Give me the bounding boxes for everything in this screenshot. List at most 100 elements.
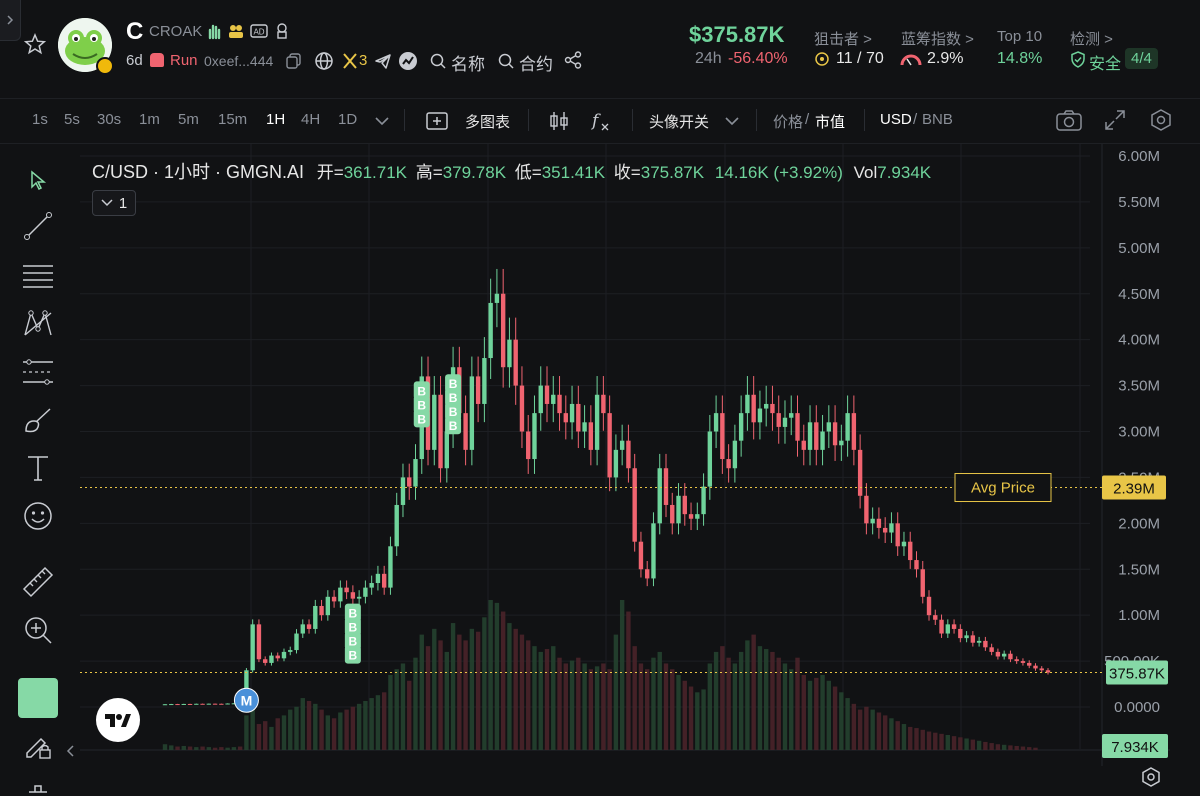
candle-body[interactable] [507, 339, 512, 368]
candle-body[interactable] [801, 440, 806, 450]
candle-body[interactable] [701, 486, 706, 515]
pattern-tool[interactable] [20, 306, 56, 342]
candle-body[interactable] [720, 413, 725, 460]
candle-body[interactable] [726, 459, 731, 469]
collapse-toolbar-icon[interactable] [66, 744, 76, 758]
contract-address[interactable]: 0xeef...444 [204, 53, 273, 69]
candle-body[interactable] [601, 394, 606, 414]
timeframe-1m[interactable]: 1m [139, 111, 160, 128]
website-globe-icon[interactable] [314, 51, 334, 71]
share-icon[interactable] [564, 51, 582, 69]
timeframe-1s[interactable]: 1s [32, 111, 48, 128]
brush-tool[interactable] [20, 402, 56, 438]
candle-body[interactable] [438, 394, 443, 469]
candle-body[interactable] [832, 422, 838, 446]
candle-body[interactable] [983, 640, 988, 648]
candle-body[interactable] [845, 413, 850, 441]
candle-body[interactable] [626, 440, 631, 469]
candle-body[interactable] [1008, 653, 1013, 660]
candle-body[interactable] [876, 518, 882, 528]
candle-body[interactable] [569, 403, 575, 423]
candle-body[interactable] [162, 704, 168, 706]
candle-body[interactable] [782, 417, 788, 427]
candle-body[interactable] [751, 394, 756, 423]
candle-body[interactable] [1039, 668, 1044, 671]
candle-body[interactable] [795, 413, 800, 441]
bluechip-label[interactable]: 蓝筹指数 > [901, 28, 974, 49]
snipers-label[interactable]: 狙击者 > [814, 28, 872, 49]
candle-body[interactable] [889, 523, 894, 533]
candle-body[interactable] [857, 449, 863, 496]
candle-body[interactable] [820, 431, 825, 450]
candle-body[interactable] [275, 655, 280, 659]
camera-icon[interactable] [1056, 109, 1082, 131]
candle-body[interactable] [500, 293, 506, 368]
candle-body[interactable] [657, 468, 662, 524]
candle-body[interactable] [926, 596, 932, 616]
candle-body[interactable] [319, 605, 324, 616]
emoji-tool[interactable] [20, 498, 56, 534]
mcap-toggle[interactable]: 市值 [815, 111, 845, 132]
candle-body[interactable] [400, 477, 406, 505]
candle-body[interactable] [444, 431, 450, 469]
candle-body[interactable] [388, 546, 393, 588]
color-swatch[interactable] [18, 678, 58, 718]
candle-body[interactable] [363, 587, 368, 597]
candle-body[interactable] [194, 703, 199, 705]
candle-body[interactable] [582, 422, 587, 432]
candle-body[interactable] [870, 518, 875, 524]
candle-body[interactable] [920, 569, 925, 597]
candle-body[interactable] [958, 628, 963, 639]
search-contract-icon[interactable] [498, 53, 514, 69]
chevron-down-icon[interactable] [374, 115, 390, 127]
timeframe-5m[interactable]: 5m [178, 111, 199, 128]
axis-settings-icon[interactable] [1140, 766, 1162, 788]
top10-label[interactable]: Top 10 [997, 28, 1042, 45]
sidebar-collapse-handle[interactable] [0, 0, 21, 41]
candle-body[interactable] [526, 431, 531, 460]
candle-body[interactable] [551, 394, 556, 404]
candle-body[interactable] [1027, 662, 1032, 666]
candle-body[interactable] [670, 504, 675, 524]
search-contract-label[interactable]: 合约 [519, 50, 553, 75]
candle-body[interactable] [1014, 659, 1019, 662]
candle-body[interactable] [882, 527, 888, 533]
candle-body[interactable] [169, 704, 174, 706]
candle-body[interactable] [338, 587, 343, 602]
candle-body[interactable] [482, 358, 487, 404]
usd-toggle[interactable]: USD [880, 111, 912, 128]
candle-body[interactable] [619, 440, 625, 450]
prediction-tool[interactable] [20, 354, 56, 390]
candle-body[interactable] [826, 422, 832, 432]
candle-body[interactable] [206, 703, 212, 705]
x-twitter-icon[interactable] [342, 52, 358, 70]
settings-hexagon-icon[interactable] [1149, 108, 1173, 132]
clear-drawings-tool[interactable] [20, 776, 56, 796]
candle-body[interactable] [250, 624, 255, 671]
candle-body[interactable] [488, 302, 493, 359]
timeframe-5s[interactable]: 5s [64, 111, 80, 128]
chevron-down-icon[interactable] [724, 115, 740, 127]
trend-line-tool[interactable] [20, 208, 56, 244]
candle-body[interactable] [989, 647, 994, 652]
indicators-fx-icon[interactable]: f [590, 110, 614, 132]
price-toggle[interactable]: 价格 [773, 111, 803, 132]
candle-body[interactable] [1020, 661, 1026, 663]
lock-drawings-tool[interactable] [20, 728, 56, 764]
candle-body[interactable] [331, 596, 337, 602]
timeframe-1H[interactable]: 1H [266, 111, 285, 128]
candle-body[interactable] [638, 541, 644, 570]
candle-body[interactable] [995, 651, 1001, 657]
candle-body[interactable] [375, 573, 381, 584]
candle-body[interactable] [763, 403, 769, 409]
candle-body[interactable] [776, 413, 781, 427]
candle-body[interactable] [212, 703, 218, 705]
candle-body[interactable] [381, 573, 387, 588]
chart-link-icon[interactable] [398, 51, 418, 71]
candle-body[interactable] [613, 449, 619, 478]
multi-chart-button[interactable]: 多图表 [465, 111, 510, 132]
candle-body[interactable] [475, 376, 481, 404]
candle-body[interactable] [544, 385, 550, 404]
candle-body[interactable] [645, 569, 650, 579]
candle-body[interactable] [313, 605, 318, 629]
